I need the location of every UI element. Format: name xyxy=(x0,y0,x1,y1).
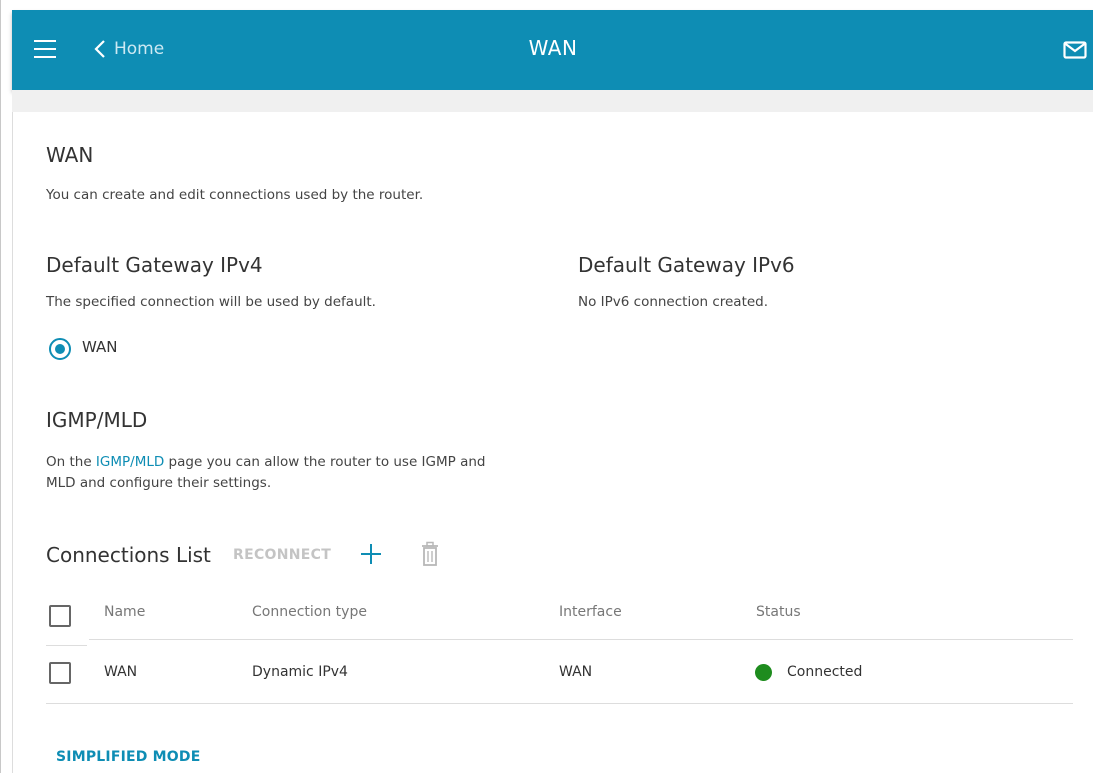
igmp-text-line2: MLD and configure their settings. xyxy=(46,475,272,491)
column-header-connection-type[interactable]: Connection type xyxy=(252,604,367,620)
column-header-status[interactable]: Status xyxy=(756,604,801,620)
status-connected-icon xyxy=(755,664,772,681)
page-title: WAN xyxy=(528,36,578,60)
section-title: WAN xyxy=(46,143,94,167)
row-name: WAN xyxy=(104,664,138,680)
header-separator xyxy=(12,90,1093,112)
igmp-text-before: On the xyxy=(46,454,96,470)
header-divider-left xyxy=(46,645,87,646)
gateway-ipv6-description: No IPv6 connection created. xyxy=(578,294,769,310)
igmp-title: IGMP/MLD xyxy=(46,408,148,432)
igmp-description: On the IGMP/MLD page you can allow the r… xyxy=(46,452,586,494)
row-divider xyxy=(46,703,1073,704)
content-panel xyxy=(12,112,1093,773)
top-bar: Home WAN xyxy=(12,10,1093,90)
igmp-mld-link[interactable]: IGMP/MLD xyxy=(96,454,164,470)
row-status: Connected xyxy=(787,664,863,680)
igmp-text-after: page you can allow the router to use IGM… xyxy=(164,454,486,470)
header-divider xyxy=(89,639,1073,640)
mail-icon[interactable] xyxy=(1063,41,1087,63)
row-connection-type: Dynamic IPv4 xyxy=(252,664,348,680)
app-frame: Home WAN WAN You can create and edit con… xyxy=(0,0,1093,773)
row-checkbox[interactable] xyxy=(49,662,71,684)
gateway-ipv6-title: Default Gateway IPv6 xyxy=(578,253,795,277)
connections-list-title: Connections List xyxy=(46,543,211,567)
row-interface: WAN xyxy=(559,664,593,680)
simplified-mode-button[interactable]: SIMPLIFIED MODE xyxy=(56,749,200,765)
column-header-interface[interactable]: Interface xyxy=(559,604,622,620)
gateway-ipv4-description: The specified connection will be used by… xyxy=(46,294,376,310)
gateway-ipv4-title: Default Gateway IPv4 xyxy=(46,253,263,277)
select-all-checkbox[interactable] xyxy=(49,605,71,627)
section-description: You can create and edit connections used… xyxy=(46,187,424,203)
gateway-ipv4-radio-label: WAN xyxy=(82,338,118,356)
add-connection-icon[interactable] xyxy=(359,542,383,570)
delete-trash-icon[interactable] xyxy=(420,541,440,571)
reconnect-button[interactable]: RECONNECT xyxy=(233,547,331,563)
gateway-ipv4-radio-wan[interactable] xyxy=(49,338,71,360)
column-header-name[interactable]: Name xyxy=(104,604,145,620)
